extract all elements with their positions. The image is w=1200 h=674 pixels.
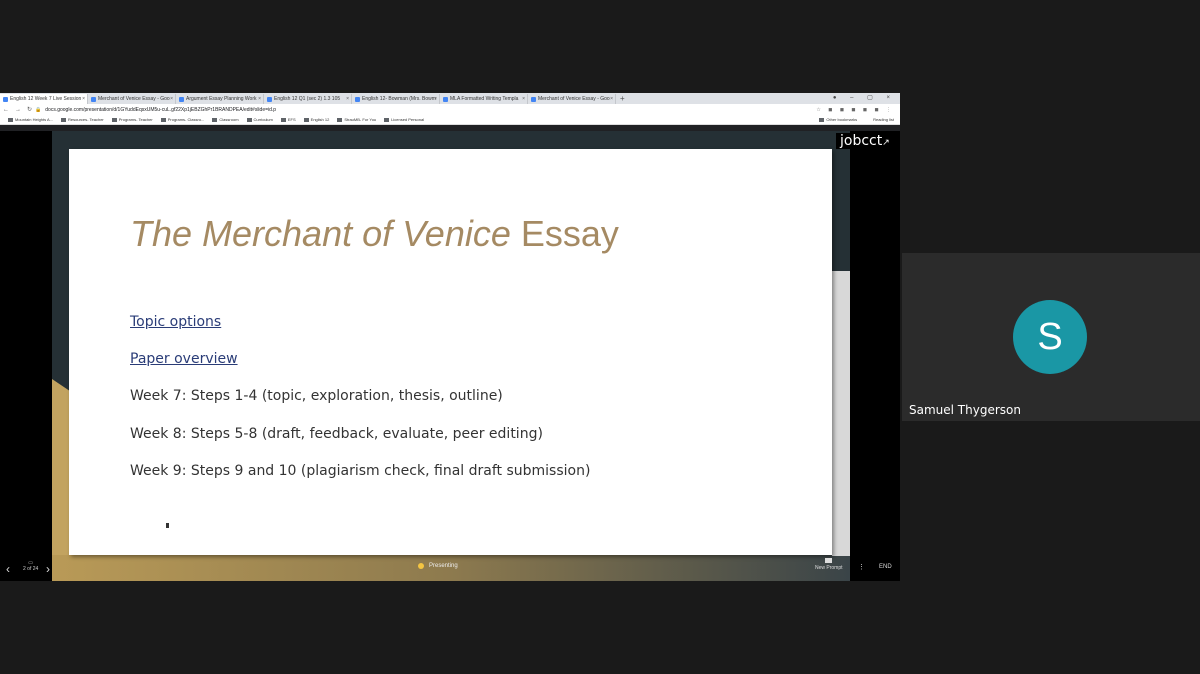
bookmark-item[interactable]: Programs- Classro... [160,117,204,122]
week9-text: Week 9: Steps 9 and 10 (plagiarism check… [130,463,591,479]
folder-icon [246,117,252,122]
folder-icon [61,117,67,122]
expand-icon: ↗ [882,138,890,148]
tab-favicon-icon [531,96,536,102]
close-tab-icon[interactable]: × [258,96,261,102]
next-slide-icon[interactable]: › [46,562,50,576]
slide-title: The Merchant of Venice Essay [130,213,619,254]
more-options-icon[interactable]: ⋮ [858,563,865,571]
new-tab-button[interactable]: + [616,94,629,104]
tab-favicon-icon [443,96,448,102]
participant-name: Samuel Thygerson [909,403,1021,417]
participant-tile[interactable]: S Samuel Thygerson [902,253,1200,421]
url-field[interactable]: docs.google.com/presentation/d/1GYuddEqs… [45,107,276,113]
close-tab-icon[interactable]: × [170,96,173,102]
bookmark-item[interactable]: StrauMB- For You [337,117,376,122]
paper-overview-link[interactable]: Paper overview [130,351,238,367]
avatar: S [1013,300,1087,374]
lock-icon: 🔒 [35,106,42,113]
tab-favicon-icon [355,96,360,102]
reading-list[interactable]: Reading list [873,117,894,122]
bookmark-item[interactable]: Licensed Personal [384,117,424,122]
bookmark-item[interactable]: EFS [280,117,296,122]
close-tab-icon[interactable]: × [610,96,613,102]
bookmark-item[interactable]: Mountain Heights A... [8,117,53,122]
topic-options-link[interactable]: Topic options [130,314,221,330]
bookmark-item[interactable]: Curriculum [246,117,273,122]
browser-tab-4[interactable]: English 12- Bowman (Mrs. Bowm × [352,94,440,104]
tab-favicon-icon [3,96,8,102]
browser-tab-strip: English 12 Week 7 Live Session × Merchant… [0,93,900,104]
back-icon[interactable]: ← [0,107,12,113]
folder-icon [160,117,166,122]
tab-favicon-icon [267,96,272,102]
bookmarks-right: Other bookmarks Reading list [811,117,894,122]
browser-tab-3[interactable]: English 12 Q1 (sec 2) 1.3 105 × [264,94,352,104]
new-prompt-button[interactable]: New Prompt [815,558,843,571]
folder-icon [303,117,309,122]
end-button[interactable]: END [879,564,892,570]
prompt-icon [825,558,833,563]
extension-icons[interactable]: ☆ ◼ ◼ ◼ ◼ ◼ ⋮ [816,107,894,113]
bookmark-item[interactable]: English 12 [303,117,329,122]
slide-side-accent [832,271,850,556]
folder-icon [111,117,117,122]
folder-icon [337,117,343,122]
slide-counter[interactable]: ▭ 2 of 24 [23,560,38,572]
folder-icon [384,117,390,122]
folder-icon [8,117,13,122]
presentation-controls: ‹ ▭ 2 of 24 › Presenting New Prompt ⋮ END [0,555,900,581]
presentation-view: The Merchant of Venice Essay Topic optio… [0,131,900,581]
previous-slide-icon[interactable]: ‹ [6,562,10,576]
presenting-dot-icon [418,563,424,569]
browser-tab-1[interactable]: Merchant of Venice Essay - Goo × [88,94,176,104]
reload-icon[interactable]: ↻ [24,106,35,113]
browser-tab-5[interactable]: MLA Formatted Writing Templa × [440,94,528,104]
browser-tab-2[interactable]: Argument Essay Planning Work × [176,94,264,104]
address-bar-row: ← → ↻ 🔒 docs.google.com/presentation/d/1… [0,104,900,115]
folder-icon [212,117,218,122]
close-tab-icon[interactable]: × [346,96,349,102]
close-tab-icon[interactable]: × [434,96,437,102]
bookmark-item[interactable]: Programs- Teacher [111,117,153,122]
forward-icon[interactable]: → [12,107,24,113]
browser-tab-0[interactable]: English 12 Week 7 Live Session × [0,94,88,104]
watermark-label: jobcct↗ [836,133,894,149]
folder-icon [280,117,286,122]
other-bookmarks[interactable]: Other bookmarks [819,117,857,122]
folder-icon [819,117,825,122]
week7-text: Week 7: Steps 1-4 (topic, exploration, t… [130,388,503,404]
bookmark-item[interactable]: Resources- Teacher [61,117,104,122]
presenting-indicator: Presenting [418,563,458,569]
close-tab-icon[interactable]: × [522,96,525,102]
bookmark-item[interactable]: Classroom [212,117,239,122]
mouse-cursor [166,523,169,528]
slide: The Merchant of Venice Essay Topic optio… [69,149,832,555]
window-controls[interactable]: ● – ▢ × [833,94,896,101]
tab-favicon-icon [179,96,184,102]
bookmarks-bar: Mountain Heights A... Resources- Teacher… [0,115,900,125]
close-tab-icon[interactable]: × [82,96,85,102]
week8-text: Week 8: Steps 5-8 (draft, feedback, eval… [130,426,543,442]
browser-tab-6[interactable]: Merchant of Venice Essay - Goo × [528,94,616,104]
tab-favicon-icon [91,96,96,102]
shared-screen: English 12 Week 7 Live Session × Merchant… [0,93,900,581]
